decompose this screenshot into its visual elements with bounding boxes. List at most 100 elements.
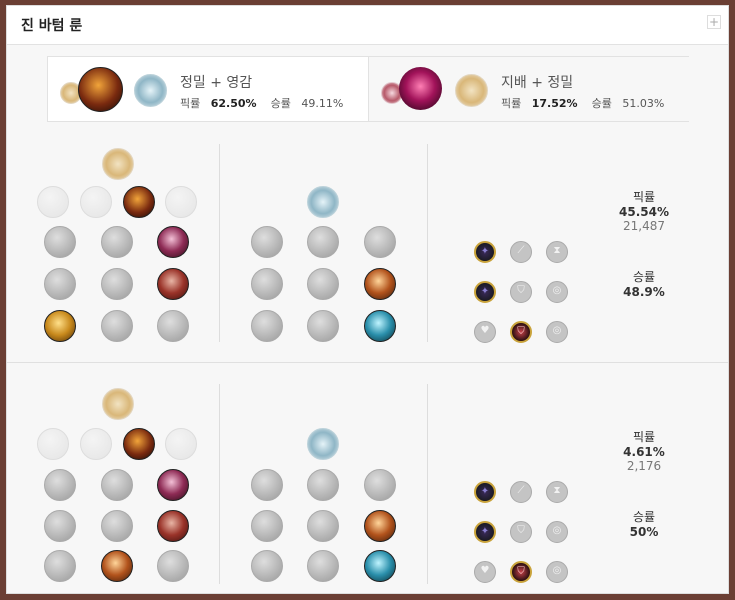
armor-shard-icon: ⛉ xyxy=(510,561,532,583)
summary-option-2[interactable]: 지배 + 정밀 픽률 17.52% 승률 51.03% xyxy=(368,57,689,121)
biscuit-delivery-icon xyxy=(364,268,396,300)
pick-label: 픽률 xyxy=(501,97,522,110)
ability-haste-shard-icon: ⧗ xyxy=(546,241,568,263)
precision-tree-icon xyxy=(102,388,134,420)
legend-tenacity-icon xyxy=(101,510,133,542)
precision-tree-icon xyxy=(455,74,488,107)
magic-resist-shard-icon: ◎ xyxy=(546,281,568,303)
column-divider xyxy=(219,384,220,584)
rune-build-2: ✦ ⟋ ⧗ ✦ ⛉ ◎ ♥ ⛉ ◎ 픽률 4.61% 2,176 승률 50% xyxy=(7,376,728,593)
win-label: 승률 xyxy=(632,270,656,284)
armor-shard-icon: ⛉ xyxy=(510,521,532,543)
triumph-icon xyxy=(101,469,133,501)
rune-summary-bar: 정밀 + 영감 픽률 62.50% 승률 49.11% 지배 + 정밀 픽률 1… xyxy=(47,56,689,122)
adaptive-force-shard-icon: ✦ xyxy=(474,521,496,543)
win-value: 49.11% xyxy=(301,97,344,110)
inspiration-tree-icon xyxy=(307,428,339,460)
pick-label: 픽률 xyxy=(632,190,656,204)
precision-tree-icon xyxy=(102,148,134,180)
armor-shard-icon: ⛉ xyxy=(510,321,532,343)
time-warp-tonic-icon xyxy=(364,310,396,342)
column-divider xyxy=(219,144,220,342)
pick-label: 픽률 xyxy=(632,430,656,444)
future-market-icon xyxy=(251,268,283,300)
pick-value: 45.54% xyxy=(619,205,669,219)
pick-value: 17.52% xyxy=(531,97,578,110)
magic-resist-shard-icon: ◎ xyxy=(546,321,568,343)
adaptive-force-shard-icon: ✦ xyxy=(474,241,496,263)
health-shard-icon: ♥ xyxy=(474,321,496,343)
conqueror-icon xyxy=(165,186,197,218)
win-value: 50% xyxy=(629,525,659,539)
adaptive-force-shard-icon: ✦ xyxy=(474,481,496,503)
legend-bloodline-icon xyxy=(157,510,189,542)
coup-de-grace-icon xyxy=(44,550,76,582)
last-stand-icon xyxy=(157,550,189,582)
inspiration-tree-icon xyxy=(307,186,339,218)
fleet-footwork-keystone-icon xyxy=(78,67,123,112)
column-divider xyxy=(427,384,428,584)
inspiration-tree-icon xyxy=(134,74,167,107)
coup-de-grace-icon xyxy=(44,310,76,342)
press-the-attack-icon xyxy=(37,428,69,460)
games-count: 21,487 xyxy=(623,219,665,233)
adaptive-force-shard-icon: ✦ xyxy=(474,281,496,303)
fleet-footwork-icon xyxy=(123,186,155,218)
magic-resist-shard-icon: ◎ xyxy=(546,561,568,583)
perfect-timing-icon xyxy=(364,226,396,258)
rune-panel: 진 바텀 룬 + 정밀 + 영감 픽률 62.50% 승률 49.11% 지배 … xyxy=(6,5,729,594)
panel-title: 진 바텀 룬 xyxy=(21,18,83,34)
perfect-timing-icon xyxy=(364,469,396,501)
armor-shard-icon: ⛉ xyxy=(510,281,532,303)
win-label: 승률 xyxy=(591,97,612,110)
attack-speed-shard-icon: ⟋ xyxy=(510,481,532,503)
presence-of-mind-icon xyxy=(157,226,189,258)
summary-tree-names: 지배 + 정밀 xyxy=(501,75,574,91)
win-label: 승률 xyxy=(632,510,656,524)
expand-plus-button[interactable]: + xyxy=(707,15,721,29)
rune-build-1: ✦ ⟋ ⧗ ✦ ⛉ ◎ ♥ ⛉ ◎ 픽률 45.54% 21,487 승률 48… xyxy=(7,136,728,354)
future-market-icon xyxy=(251,510,283,542)
pick-rate-block: 픽률 45.54% 21,487 xyxy=(599,188,689,233)
magical-footwear-icon xyxy=(307,226,339,258)
win-value: 51.03% xyxy=(622,97,665,110)
press-the-attack-icon xyxy=(37,186,69,218)
win-rate-block: 승률 50% xyxy=(599,508,689,539)
electrocute-keystone-icon xyxy=(399,67,442,110)
games-count: 2,176 xyxy=(626,459,662,473)
column-divider xyxy=(427,144,428,342)
minion-dematerializer-icon xyxy=(307,510,339,542)
hextech-flashtraption-icon xyxy=(251,469,283,501)
hextech-flashtraption-icon xyxy=(251,226,283,258)
win-value: 48.9% xyxy=(623,285,665,299)
cut-down-icon xyxy=(101,550,133,582)
biscuit-delivery-icon xyxy=(364,510,396,542)
summary-tree-names: 정밀 + 영감 xyxy=(180,75,253,91)
summary-stats: 픽률 17.52% 승률 51.03% xyxy=(501,95,664,111)
conqueror-icon xyxy=(165,428,197,460)
summary-option-1[interactable]: 정밀 + 영감 픽률 62.50% 승률 49.11% xyxy=(48,57,368,121)
legend-alacrity-icon xyxy=(44,510,76,542)
pick-rate-block: 픽률 4.61% 2,176 xyxy=(599,428,689,473)
presence-of-mind-icon xyxy=(157,469,189,501)
cosmic-insight-icon xyxy=(251,310,283,342)
legend-bloodline-icon xyxy=(157,268,189,300)
last-stand-icon xyxy=(157,310,189,342)
triumph-icon xyxy=(101,226,133,258)
attack-speed-shard-icon: ⟋ xyxy=(510,241,532,263)
ability-haste-shard-icon: ⧗ xyxy=(546,481,568,503)
approach-velocity-icon xyxy=(307,310,339,342)
pick-label: 픽률 xyxy=(180,97,201,110)
legend-alacrity-icon xyxy=(44,268,76,300)
magical-footwear-icon xyxy=(307,469,339,501)
legend-tenacity-icon xyxy=(101,268,133,300)
cosmic-insight-icon xyxy=(251,550,283,582)
approach-velocity-icon xyxy=(307,550,339,582)
win-rate-block: 승률 48.9% xyxy=(599,268,689,299)
time-warp-tonic-icon xyxy=(364,550,396,582)
cut-down-icon xyxy=(101,310,133,342)
lethal-tempo-icon xyxy=(80,186,112,218)
pick-value: 4.61% xyxy=(623,445,665,459)
fleet-footwork-icon xyxy=(123,428,155,460)
minion-dematerializer-icon xyxy=(307,268,339,300)
